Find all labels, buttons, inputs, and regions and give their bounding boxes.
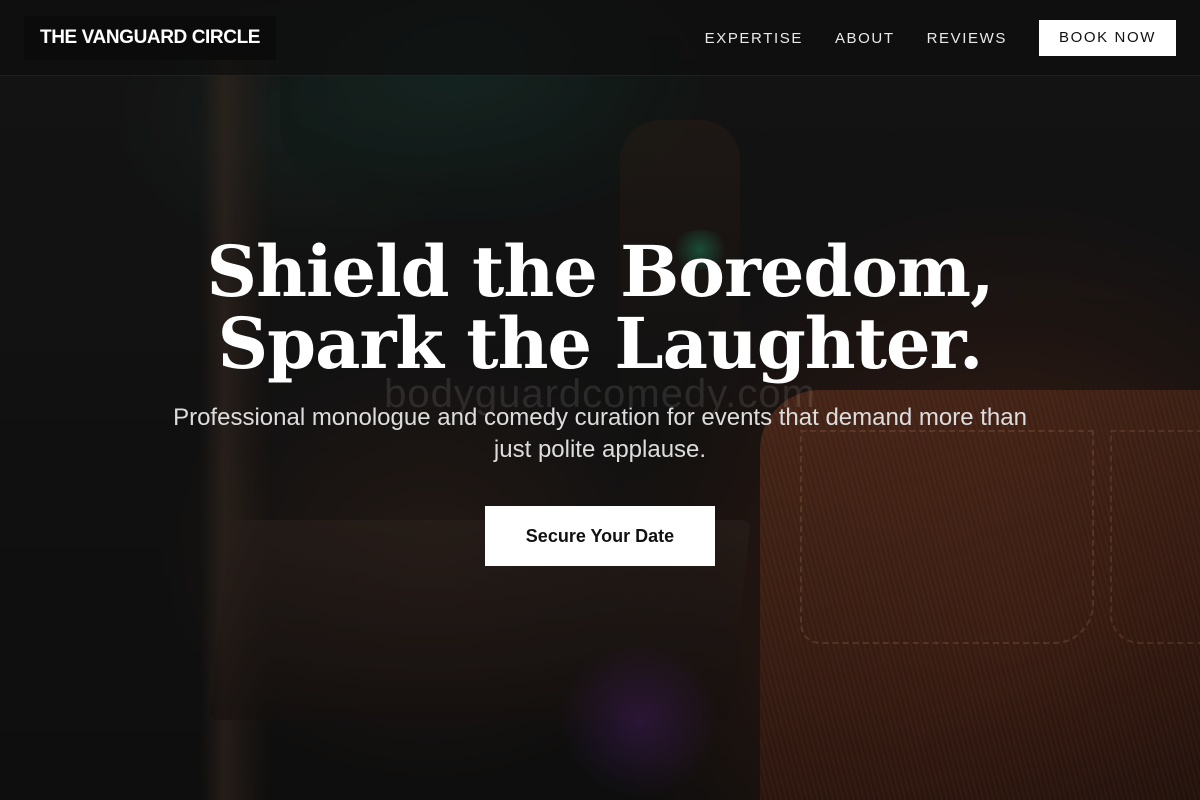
nav-link-reviews[interactable]: REVIEWS: [927, 30, 1007, 47]
hero-title: Shield the Boredom, Spark the Laughter.: [100, 236, 1100, 380]
book-now-button[interactable]: BOOK NOW: [1039, 20, 1176, 56]
main-nav: EXPERTISE ABOUT REVIEWS BOOK NOW: [705, 20, 1176, 56]
hero-title-line-1: Shield the Boredom,: [206, 230, 995, 313]
nav-link-about[interactable]: ABOUT: [835, 30, 895, 47]
landing-page: THE VANGUARD CIRCLE EXPERTISE ABOUT REVI…: [0, 0, 1200, 800]
hero-subtitle: Professional monologue and comedy curati…: [173, 404, 1027, 463]
secure-your-date-button[interactable]: Secure Your Date: [485, 506, 715, 566]
hero-section: bodyguardcomedy.com Shield the Boredom, …: [0, 76, 1200, 800]
nav-link-expertise[interactable]: EXPERTISE: [705, 30, 803, 47]
site-header: THE VANGUARD CIRCLE EXPERTISE ABOUT REVI…: [0, 0, 1200, 76]
site-logo[interactable]: THE VANGUARD CIRCLE: [24, 16, 277, 60]
hero-title-line-2: Spark the Laughter.: [217, 302, 984, 385]
